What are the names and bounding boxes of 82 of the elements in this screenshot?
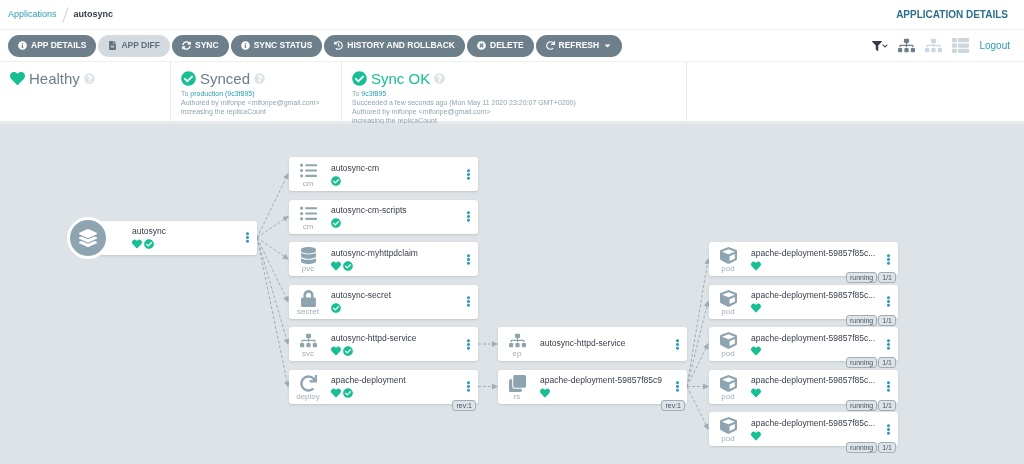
node-name: apache-deployment-59857f85c... xyxy=(751,290,876,301)
cube-icon xyxy=(719,374,737,392)
resource-node[interactable]: pod apache-deployment-59857f85c... xyxy=(709,327,898,361)
info-icon xyxy=(240,41,250,50)
breadcrumb-current: autosync xyxy=(73,7,114,21)
resource-node[interactable]: svc autosync-httpd-service xyxy=(289,327,478,361)
toolbar-button[interactable]: DELETE xyxy=(467,34,534,57)
resource-node[interactable]: secret autosync-secret xyxy=(289,284,478,319)
cube-icon xyxy=(719,332,737,349)
node-name: apache-deployment-59857f85c... xyxy=(751,375,876,386)
node-name: apache-deployment xyxy=(331,375,406,386)
toolbar-button[interactable]: APP DETAILS xyxy=(8,34,97,57)
resource-node[interactable]: ep autosync-httpd-service xyxy=(498,327,687,361)
sync-icon xyxy=(182,41,191,50)
kind-label: svc xyxy=(302,349,314,359)
kind-label: deploy xyxy=(296,391,320,402)
node-name: apache-deployment-59857f85c9 xyxy=(540,375,662,386)
kind-label: pod xyxy=(721,434,735,444)
node-name: apache-deployment-59857f85c... xyxy=(751,247,876,259)
kind-label: pod xyxy=(721,349,735,359)
history-icon xyxy=(334,41,344,50)
resource-node[interactable]: cm autosync-cm-scripts xyxy=(289,199,478,234)
node-name: apache-deployment-59857f85c... xyxy=(751,332,876,344)
layers-icon xyxy=(79,228,97,247)
filter-icon[interactable] xyxy=(872,40,883,51)
resource-node[interactable]: deploy apache-deployment xyxy=(289,369,478,404)
close-icon xyxy=(477,41,486,50)
kind-label: cm xyxy=(302,179,314,189)
resource-node[interactable]: cm autosync-cm xyxy=(289,157,478,191)
node-name: autosync-httpd-service xyxy=(540,337,626,349)
connector-arrow xyxy=(477,383,498,390)
node-name: apache-deployment-59857f85c... xyxy=(751,417,876,429)
chevron-down-icon[interactable] xyxy=(882,42,889,49)
hierarchy-icon xyxy=(299,332,317,349)
kind-label: cm xyxy=(302,221,314,232)
kind-label: pod xyxy=(721,264,735,274)
resource-node[interactable]: pod apache-deployment-59857f85c... xyxy=(709,369,898,404)
stacked-squares-icon xyxy=(508,374,526,392)
resource-node[interactable]: rs apache-deployment-59857f85c9 xyxy=(498,369,687,404)
status-title: Synced xyxy=(200,70,251,87)
node-name: autosync xyxy=(132,226,167,238)
cylinder-icon xyxy=(299,247,317,264)
toolbar-button[interactable]: SYNC STATUS xyxy=(230,34,323,57)
kind-label: pvc xyxy=(301,264,315,274)
kind-label: rs xyxy=(513,391,521,402)
resource-node[interactable]: pod apache-deployment-59857f85c... xyxy=(709,242,898,276)
connector-arrow xyxy=(477,341,498,347)
lock-icon xyxy=(299,289,317,307)
kind-label: pod xyxy=(721,306,735,317)
toolbar-button[interactable]: HISTORY AND ROLLBACK xyxy=(324,34,465,57)
status-title: Healthy xyxy=(29,70,80,87)
refresh-icon xyxy=(545,41,555,50)
circular-arrow-icon xyxy=(299,374,317,392)
hierarchy-icon xyxy=(508,332,526,349)
node-name: autosync-cm-scripts xyxy=(331,205,407,216)
resource-node[interactable]: pod apache-deployment-59857f85c... xyxy=(709,284,898,319)
cube-icon xyxy=(719,289,737,307)
node-name: autosync-secret xyxy=(331,290,391,301)
check-icon xyxy=(181,71,196,86)
info-icon xyxy=(18,41,27,50)
cube-icon xyxy=(719,247,737,264)
kind-label: ep xyxy=(512,349,522,359)
resource-node[interactable]: pod apache-deployment-59857f85c... xyxy=(709,412,898,446)
toolbar-button[interactable]: SYNC xyxy=(172,34,229,57)
kind-label: secret xyxy=(297,306,319,317)
check-icon xyxy=(352,71,367,86)
node-name: autosync-httpd-service xyxy=(331,332,417,344)
list-icon xyxy=(299,204,317,222)
file-icon xyxy=(108,41,118,50)
hierarchy-icon[interactable] xyxy=(898,37,916,54)
toolbar-button[interactable]: REFRESH xyxy=(535,34,623,57)
resource-node[interactable]: autosync xyxy=(100,220,257,255)
node-name: autosync-myhttpdclaim xyxy=(331,247,418,259)
kind-label: pod xyxy=(721,391,735,402)
resource-node[interactable]: pvc autosync-myhttpdclaim xyxy=(289,242,478,276)
list-icon xyxy=(299,162,317,179)
caret-icon xyxy=(603,41,613,50)
page-title: APPLICATION DETAILS xyxy=(896,8,1008,22)
status-title: Sync OK xyxy=(371,70,431,87)
cube-icon xyxy=(719,417,737,434)
heart-icon xyxy=(10,71,25,86)
node-name: autosync-cm xyxy=(331,162,380,174)
